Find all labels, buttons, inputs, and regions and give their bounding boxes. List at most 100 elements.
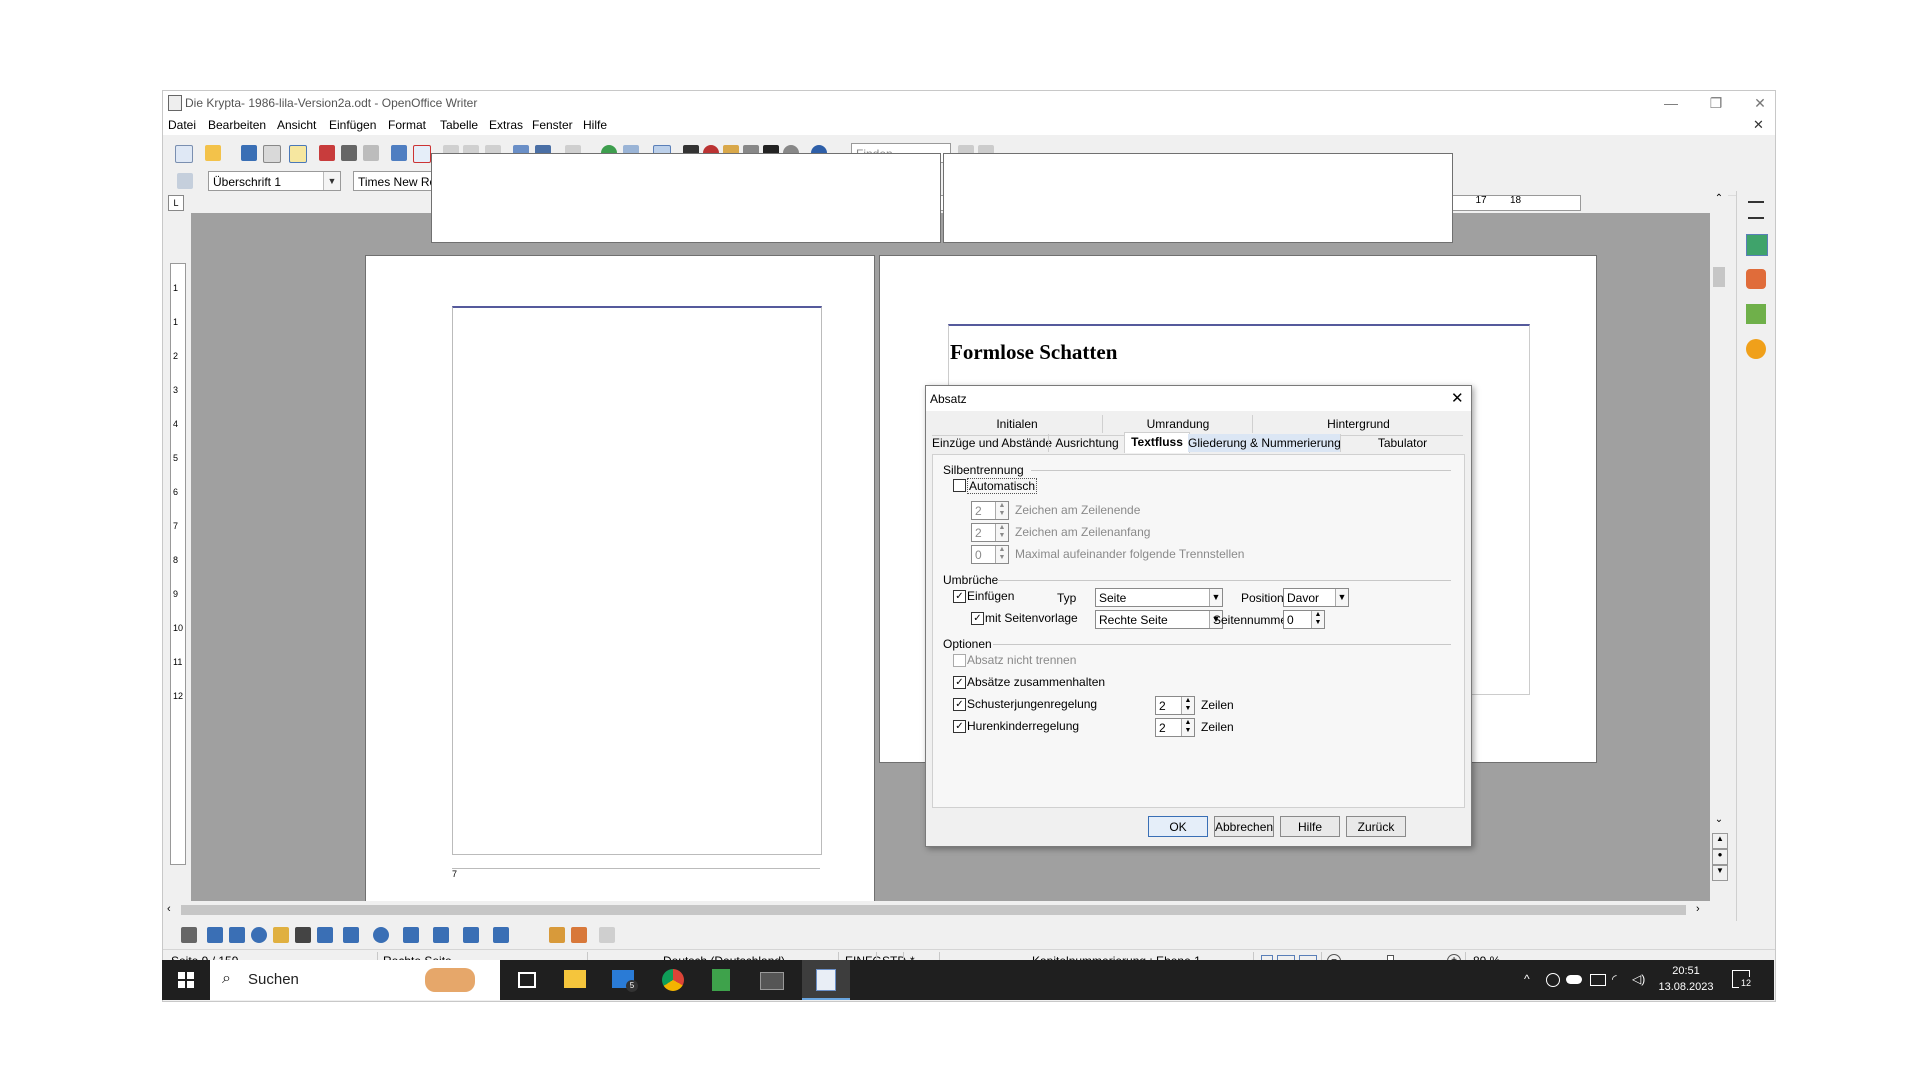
openoffice-writer-task[interactable] xyxy=(802,960,850,1000)
symbol-shapes-icon[interactable] xyxy=(373,927,389,943)
mail-icon[interactable]: 5 xyxy=(612,970,638,992)
text-icon[interactable] xyxy=(295,927,311,943)
video-app-icon[interactable] xyxy=(760,972,784,990)
widow-lines-spinner[interactable]: 2 ▲ ▼ xyxy=(1155,718,1195,737)
ok-button[interactable]: OK xyxy=(1148,816,1208,837)
previous-page-icon[interactable]: ▲ xyxy=(1712,833,1728,849)
cancel-button[interactable]: Abbrechen xyxy=(1214,816,1274,837)
tab-umrandung[interactable]: Umrandung xyxy=(1102,415,1253,433)
spin-arrows-icon[interactable]: ▲ ▼ xyxy=(995,524,1008,541)
menu-hilfe[interactable]: Hilfe xyxy=(583,118,607,132)
menu-format[interactable]: Format xyxy=(388,118,426,132)
tab-einzuege[interactable]: Einzüge und Abstände xyxy=(932,434,1052,452)
save-icon[interactable] xyxy=(241,145,257,161)
automatic-hyphenation-label[interactable]: Automatisch xyxy=(967,478,1038,494)
page-number-spinner[interactable]: 0 ▲ ▼ xyxy=(1283,610,1325,629)
break-position-chevron-icon[interactable]: ▼ xyxy=(1335,589,1348,606)
insert-break-checkbox[interactable]: ✓ xyxy=(953,590,966,603)
scroll-left-icon[interactable]: ‹ xyxy=(167,903,171,915)
page-style-select[interactable]: Rechte Seite ▼ xyxy=(1095,610,1223,629)
email-icon[interactable] xyxy=(263,145,281,163)
callout-icon[interactable] xyxy=(317,927,333,943)
spin-arrows-icon[interactable]: ▲ ▼ xyxy=(1181,719,1194,736)
menu-fenster[interactable]: Fenster xyxy=(532,118,573,132)
tab-textfluss[interactable]: Textfluss xyxy=(1124,432,1190,453)
paragraph-style-select[interactable]: Überschrift 1 ▼ xyxy=(208,171,341,191)
page-left[interactable]: 7 xyxy=(365,255,875,917)
file-explorer-icon[interactable] xyxy=(564,970,586,988)
windows-start-icon[interactable] xyxy=(178,972,194,988)
volume-icon[interactable]: ◁) xyxy=(1632,972,1645,986)
basic-shapes-icon[interactable] xyxy=(343,927,359,943)
automatic-hyphenation-checkbox[interactable] xyxy=(953,479,966,492)
new-document-icon[interactable] xyxy=(175,145,193,163)
flowchart-icon[interactable] xyxy=(433,927,449,943)
break-position-select[interactable]: Davor ▼ xyxy=(1283,588,1349,607)
styles-formatting-icon[interactable] xyxy=(177,173,193,189)
scroll-up-icon[interactable]: ⌃ xyxy=(1712,193,1726,204)
chrome-icon[interactable] xyxy=(662,969,684,991)
menu-bearbeiten[interactable]: Bearbeiten xyxy=(208,118,266,132)
break-type-chevron-icon[interactable]: ▼ xyxy=(1209,589,1222,606)
export-pdf-icon[interactable] xyxy=(319,145,335,161)
sidebar-menu-icon[interactable] xyxy=(1748,201,1764,219)
chars-start-spinner[interactable]: 2 ▲ ▼ xyxy=(971,523,1009,542)
scroll-down-icon[interactable]: ⌄ xyxy=(1712,814,1726,825)
battery-icon[interactable] xyxy=(1590,974,1606,986)
taskbar-search-box[interactable]: ⌕ Suchen xyxy=(210,960,500,1000)
vertical-scroll-thumb[interactable] xyxy=(1713,267,1725,287)
restore-button[interactable]: ❐ xyxy=(1701,93,1731,113)
menu-datei[interactable]: Datei xyxy=(168,118,196,132)
horizontal-scrollbar[interactable]: ‹ › xyxy=(163,901,1710,919)
gallery-sidebar-icon[interactable] xyxy=(1746,304,1766,324)
wifi-icon[interactable]: ◜ xyxy=(1612,972,1617,986)
chars-end-spinner[interactable]: 2 ▲ ▼ xyxy=(971,501,1009,520)
edit-mode-icon[interactable] xyxy=(289,145,307,163)
max-hyphens-spinner[interactable]: 0 ▲ ▼ xyxy=(971,545,1009,564)
document-heading[interactable]: Formlose Schatten xyxy=(950,340,1117,365)
navigation-icon[interactable]: ● xyxy=(1712,849,1728,865)
select-arrow-icon[interactable] xyxy=(181,927,197,943)
tray-chevron-icon[interactable]: ^ xyxy=(1524,972,1530,986)
spellcheck-icon[interactable] xyxy=(391,145,407,161)
spin-arrows-icon[interactable]: ▲ ▼ xyxy=(1181,697,1194,714)
notification-icon[interactable]: 12 xyxy=(1732,970,1753,989)
minimize-button[interactable]: — xyxy=(1656,93,1686,113)
fontwork-icon[interactable] xyxy=(571,927,587,943)
menu-extras[interactable]: Extras xyxy=(489,118,523,132)
tray-app-icon[interactable] xyxy=(1546,973,1560,987)
tab-initialen[interactable]: Initialen xyxy=(932,415,1102,433)
print-preview-icon[interactable] xyxy=(363,145,379,161)
back-button[interactable]: Zurück xyxy=(1346,816,1406,837)
callouts-icon[interactable] xyxy=(463,927,479,943)
break-type-select[interactable]: Seite ▼ xyxy=(1095,588,1223,607)
style-chevron-icon[interactable]: ▼ xyxy=(323,172,340,190)
spin-arrows-icon[interactable]: ▲ ▼ xyxy=(1311,611,1324,628)
onedrive-icon[interactable] xyxy=(1566,975,1582,984)
tab-type-icon[interactable]: L xyxy=(168,195,184,211)
tab-ausrichtung[interactable]: Ausrichtung xyxy=(1048,434,1125,452)
next-page-icon[interactable]: ▼ xyxy=(1712,865,1728,881)
keep-together-checkbox[interactable]: ✓ xyxy=(953,676,966,689)
orphan-lines-spinner[interactable]: 2 ▲ ▼ xyxy=(1155,696,1195,715)
from-file-icon[interactable] xyxy=(549,927,565,943)
line-icon[interactable] xyxy=(207,927,223,943)
with-page-style-checkbox[interactable]: ✓ xyxy=(971,612,984,625)
spin-arrows-icon[interactable]: ▲ ▼ xyxy=(995,502,1008,519)
close-window-button[interactable]: ✕ xyxy=(1745,93,1775,113)
print-icon[interactable] xyxy=(341,145,357,161)
stars-icon[interactable] xyxy=(493,927,509,943)
autospellcheck-icon[interactable] xyxy=(413,145,431,163)
ellipse-icon[interactable] xyxy=(251,927,267,943)
spin-arrows-icon[interactable]: ▲ ▼ xyxy=(995,546,1008,563)
scroll-right-icon[interactable]: › xyxy=(1696,903,1700,915)
open-icon[interactable] xyxy=(205,145,221,161)
tab-tabulator[interactable]: Tabulator xyxy=(1340,434,1464,452)
widow-control-checkbox[interactable]: ✓ xyxy=(953,720,966,733)
dialog-close-icon[interactable]: ✕ xyxy=(1451,389,1464,407)
freeform-icon[interactable] xyxy=(273,927,289,943)
styles-icon[interactable] xyxy=(1746,269,1766,289)
no-split-checkbox[interactable] xyxy=(953,654,966,667)
orphan-control-checkbox[interactable]: ✓ xyxy=(953,698,966,711)
extrusion-icon[interactable] xyxy=(599,927,615,943)
